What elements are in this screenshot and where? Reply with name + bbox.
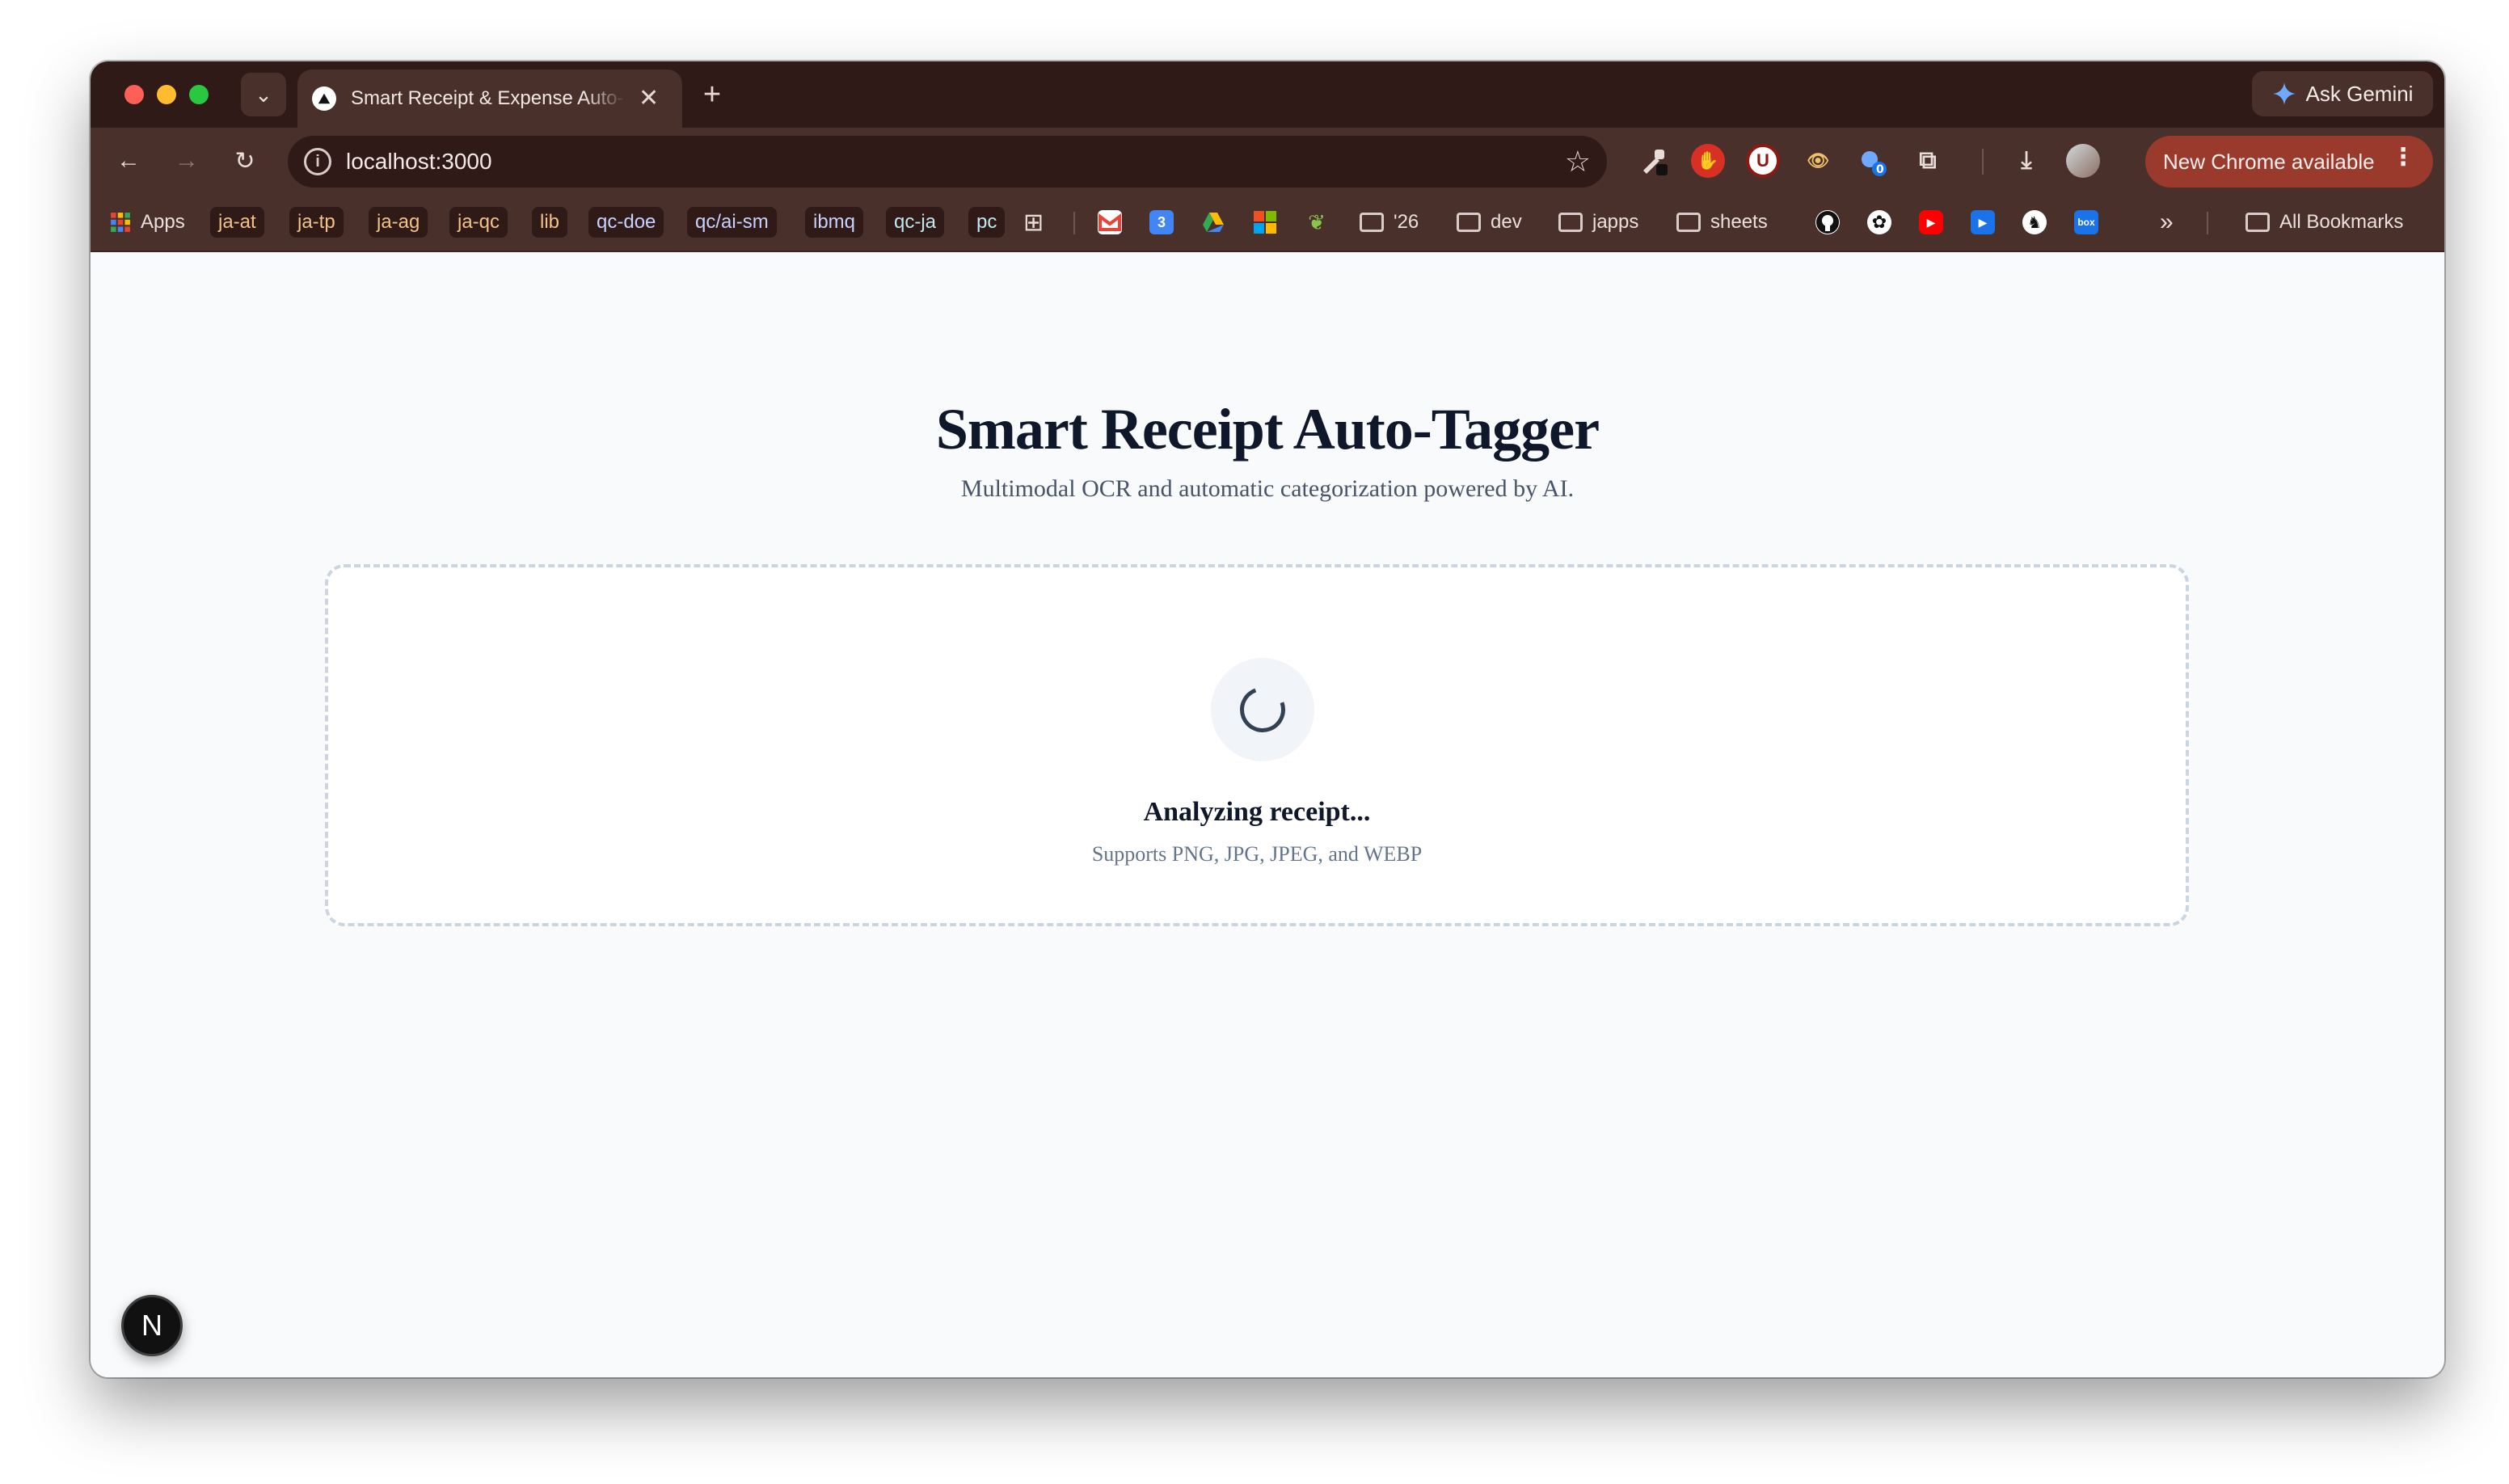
bookmark-chip[interactable]: qc-ja (886, 207, 945, 238)
robot-icon[interactable]: ♞ (2022, 210, 2047, 234)
toolbar-divider (1982, 149, 1984, 175)
download-icon[interactable]: ⤓ (2009, 144, 2043, 178)
bookmarks-divider (2207, 212, 2208, 234)
eyedropper-extension-icon[interactable] (1636, 144, 1670, 178)
leaf-icon[interactable]: ❦ (1305, 210, 1329, 234)
folder-icon (2245, 213, 2270, 232)
bookmark-chip[interactable]: ja-tp (289, 207, 344, 238)
youtube-icon[interactable]: ▶ (1919, 210, 1943, 234)
apps-grid-icon (111, 213, 130, 232)
bookmarks-divider (1073, 212, 1075, 234)
svg-text:0: 0 (1876, 163, 1884, 176)
reload-icon: ↻ (234, 147, 255, 175)
tab-search-button[interactable]: ⌄ (241, 73, 286, 116)
receipt-upload-dropzone[interactable]: Analyzing receipt... Supports PNG, JPG, … (325, 564, 2189, 926)
bookmarks-bar: Apps ja-at ja-tp ja-ag ja-qc lib qc-doe … (91, 192, 2444, 252)
bookmarks-overflow-icon[interactable]: » (2160, 207, 2174, 238)
bookmark-chip[interactable]: qc/ai-sm (687, 207, 777, 238)
folder-icon (1558, 213, 1583, 232)
bookmark-chip[interactable]: ja-at (210, 207, 264, 238)
chevron-down-icon: ⌄ (255, 82, 272, 107)
tab-strip: ⌄ Smart Receipt & Expense Auto-Tagger ✕ … (91, 61, 2444, 128)
page-subtitle: Multimodal OCR and automatic categorizat… (960, 475, 1575, 502)
gmail-icon[interactable] (1098, 210, 1122, 234)
google-drive-icon[interactable] (1201, 210, 1225, 234)
calendar-icon[interactable]: 3 (1149, 210, 1174, 234)
folder-icon (1360, 213, 1384, 232)
close-window-button[interactable] (124, 85, 144, 104)
url-text[interactable]: localhost:3000 (346, 149, 492, 175)
ask-gemini-label: Ask Gemini (2305, 81, 2414, 106)
bookmark-chip[interactable]: ja-ag (369, 207, 428, 238)
bookmark-star-icon[interactable]: ☆ (1565, 145, 1591, 179)
folder-label: japps (1592, 211, 1639, 233)
all-bookmarks[interactable]: All Bookmarks (2245, 207, 2403, 238)
tab-groups-grid-icon[interactable]: ⊞ (1023, 207, 1044, 238)
video-icon[interactable]: ▶ (1971, 210, 1995, 234)
folder-label: sheets (1710, 211, 1768, 233)
ask-gemini-button[interactable]: Ask Gemini (2252, 71, 2433, 116)
new-chrome-available-button[interactable]: New Chrome available ⋮ (2145, 136, 2433, 188)
bookmark-chip[interactable]: ibmq (805, 207, 864, 238)
nextjs-dev-tools-button[interactable]: N (121, 1295, 183, 1356)
new-tab-button[interactable]: + (690, 73, 734, 116)
box-icon[interactable]: box (2074, 210, 2098, 234)
all-bookmarks-label: All Bookmarks (2279, 211, 2404, 233)
back-button[interactable]: ← (108, 141, 149, 181)
profile-avatar[interactable] (2066, 144, 2100, 178)
bookmark-chip[interactable]: ja-qc (449, 207, 508, 238)
bookmark-folder[interactable]: dev (1457, 207, 1522, 238)
maximize-window-button[interactable] (189, 85, 209, 104)
active-tab[interactable]: Smart Receipt & Expense Auto-Tagger ✕ (297, 70, 682, 128)
tab-title: Smart Receipt & Expense Auto-Tagger (351, 87, 626, 109)
more-menu-icon[interactable]: ⋮ (2391, 145, 2415, 170)
forward-button[interactable]: → (167, 141, 207, 181)
cloud-extension-icon[interactable]: 0 (1856, 144, 1890, 178)
bookmark-folder[interactable]: sheets (1676, 207, 1768, 238)
bookmark-folder[interactable]: '26 (1360, 207, 1419, 238)
gemini-star-icon (2272, 82, 2296, 105)
folder-label: dev (1491, 211, 1522, 233)
microsoft-icon[interactable] (1253, 210, 1277, 234)
page-content: Smart Receipt Auto-Tagger Multimodal OCR… (91, 252, 2444, 1377)
back-arrow-icon: ← (116, 147, 141, 174)
update-button-label: New Chrome available (2163, 149, 2375, 174)
supported-formats-hint: Supports PNG, JPG, JPEG, and WEBP (1091, 842, 1423, 866)
bookmark-apps[interactable]: Apps (110, 207, 185, 238)
hand-extension-icon[interactable]: ✋ (1691, 144, 1725, 178)
bookmark-apps-label: Apps (141, 211, 185, 233)
loading-spinner-icon (1232, 679, 1293, 740)
forward-arrow-icon: → (175, 147, 199, 174)
openai-icon[interactable]: ✿ (1867, 210, 1891, 234)
github-icon[interactable] (1815, 210, 1840, 234)
minimize-window-button[interactable] (157, 85, 176, 104)
page-title: Smart Receipt Auto-Tagger (935, 397, 1600, 462)
ublock-extension-icon[interactable]: U (1746, 144, 1780, 178)
bookmark-folder[interactable]: japps (1558, 207, 1638, 238)
triangle-favicon-icon (312, 86, 336, 111)
browser-toolbar: ← → ↻ i localhost:3000 ☆ ✋ U 👁 0 ⧉ ⤓ New… (91, 128, 2444, 192)
loading-spinner-container (1211, 658, 1314, 761)
tab-close-icon[interactable]: ✕ (639, 86, 659, 111)
upload-status-text: Analyzing receipt... (1143, 797, 1371, 827)
bookmark-chip[interactable]: lib (532, 207, 568, 238)
folder-icon (1676, 213, 1701, 232)
browser-window: ⌄ Smart Receipt & Expense Auto-Tagger ✕ … (91, 61, 2444, 1377)
folder-label: '26 (1394, 211, 1419, 233)
extensions-puzzle-icon[interactable]: ⧉ (1911, 144, 1945, 178)
bookmark-chip[interactable]: pc (968, 207, 1006, 238)
folder-icon (1457, 213, 1481, 232)
address-bar[interactable]: i localhost:3000 ☆ (288, 136, 1607, 188)
bookmark-chip[interactable]: qc-doe (588, 207, 664, 238)
reload-button[interactable]: ↻ (225, 141, 265, 181)
eye-extension-icon[interactable]: 👁 (1801, 144, 1835, 178)
site-info-icon[interactable]: i (304, 148, 331, 175)
